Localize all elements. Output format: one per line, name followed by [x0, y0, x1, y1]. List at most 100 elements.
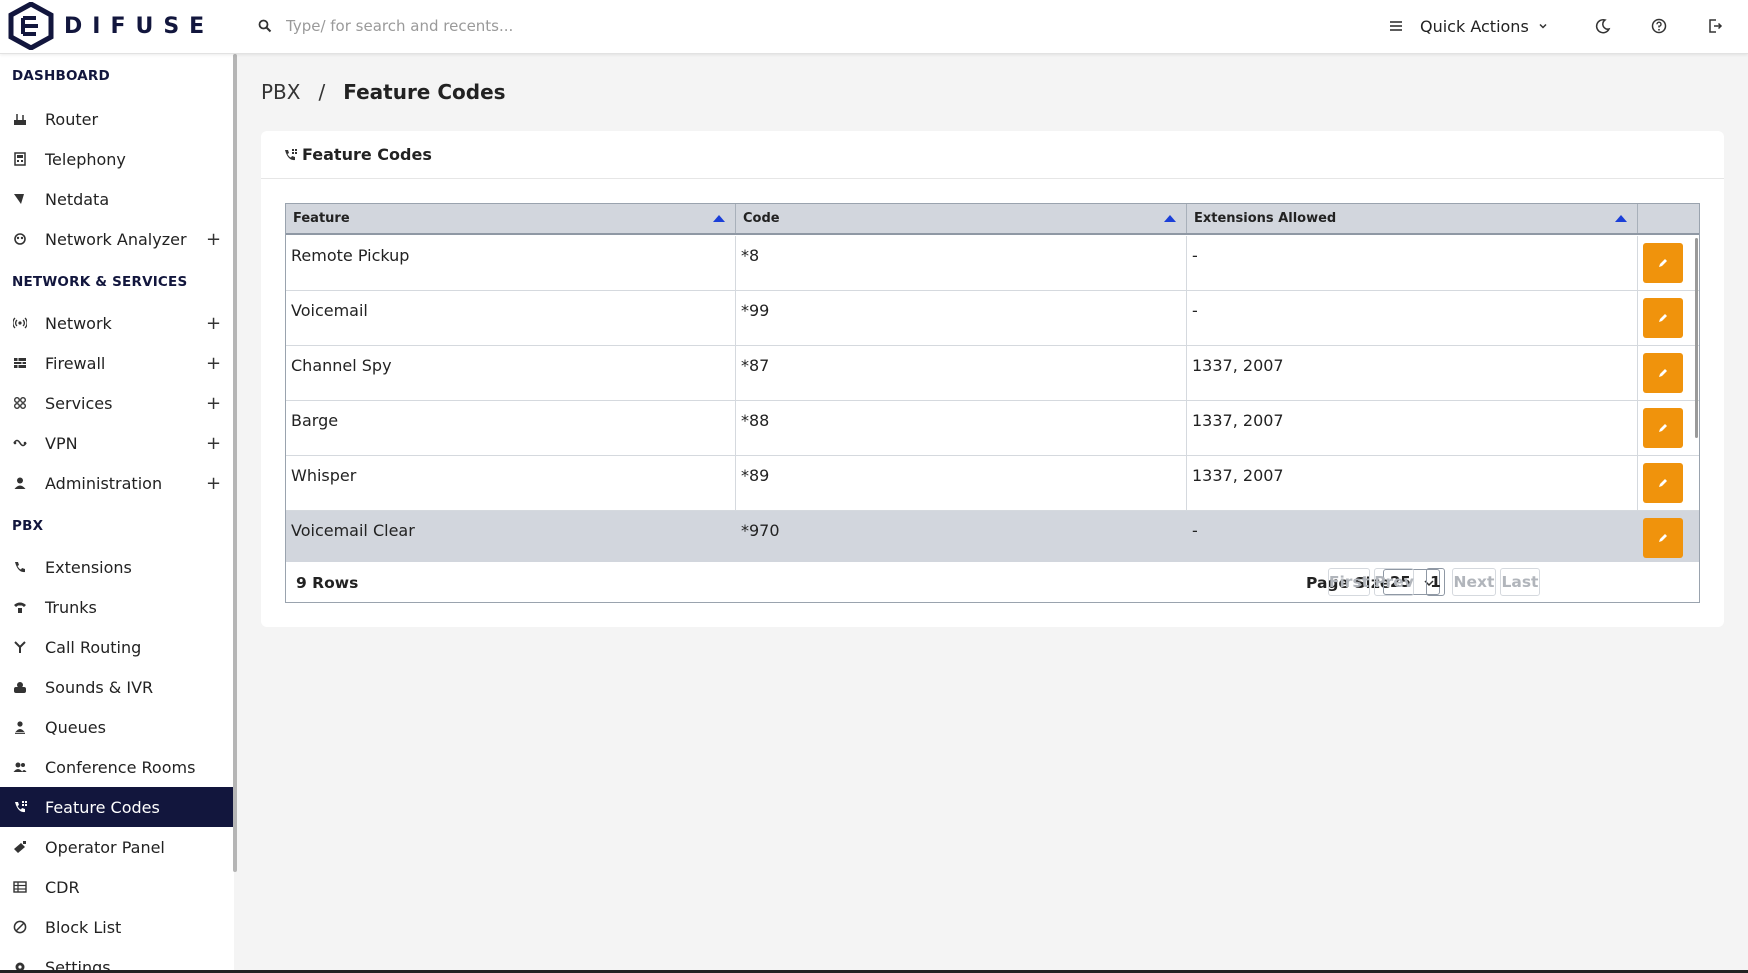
sidebar-item-extensions[interactable]: Extensions [0, 547, 234, 587]
section-network-services: NETWORK & SERVICES [12, 274, 188, 290]
prev-page-button[interactable]: Prev [1374, 568, 1414, 596]
expand-icon[interactable]: + [206, 353, 221, 374]
sidebar-item-label: Network Analyzer [45, 229, 187, 249]
column-header-extensions-allowed[interactable]: Extensions Allowed [1187, 204, 1638, 233]
edit-button[interactable] [1643, 298, 1683, 338]
cell-code: *8 [736, 236, 1187, 291]
cell-extensions: 1337, 2007 [1187, 456, 1638, 511]
sidebar-item-label: Network [45, 313, 112, 333]
sidebar-item-label: Trunks [45, 597, 97, 617]
table-row[interactable]: Whisper *89 1337, 2007 [286, 456, 1699, 511]
card-title: Feature Codes [302, 145, 432, 164]
edit-button[interactable] [1643, 463, 1683, 503]
breadcrumb: PBX / Feature Codes [261, 80, 506, 104]
sidebar-item-sounds-ivr[interactable]: Sounds & IVR [0, 667, 234, 707]
sidebar-item-netdata[interactable]: Netdata [0, 179, 234, 219]
difuse-logo-icon [8, 2, 54, 50]
sidebar-item-feature-codes[interactable]: Feature Codes [0, 787, 234, 827]
pencil-icon [1659, 424, 1667, 432]
sidebar-item-firewall[interactable]: Firewall + [0, 343, 234, 383]
table-row[interactable]: Barge *88 1337, 2007 [286, 401, 1699, 456]
logo[interactable]: DIFUSE [6, 2, 214, 50]
edit-button[interactable] [1643, 243, 1683, 283]
quick-actions-button[interactable]: Quick Actions [1388, 14, 1549, 38]
cell-extensions: 1337, 2007 [1187, 401, 1638, 456]
pencil-icon [1659, 534, 1667, 542]
feature-codes-icon [12, 799, 28, 815]
next-page-button[interactable]: Next [1452, 568, 1496, 596]
edit-button[interactable] [1643, 353, 1683, 393]
sidebar-item-trunks[interactable]: Trunks [0, 587, 234, 627]
block-icon [12, 919, 28, 935]
column-header-feature[interactable]: Feature [286, 204, 736, 233]
expand-icon[interactable]: + [206, 473, 221, 494]
last-page-button[interactable]: Last [1500, 568, 1540, 596]
row-count: 9 Rows [296, 574, 359, 592]
sort-asc-icon [1615, 215, 1627, 222]
sidebar: DASHBOARD Router Telephony Netdata Netwo… [0, 54, 234, 973]
sidebar-item-operator-panel[interactable]: Operator Panel [0, 827, 234, 867]
netdata-icon [12, 191, 28, 207]
search-box[interactable] [258, 13, 706, 39]
page-title: Feature Codes [343, 80, 506, 104]
cell-code: *99 [736, 291, 1187, 346]
table-row-selected[interactable]: Voicemail Clear *970 - [286, 511, 1699, 566]
search-input[interactable] [286, 17, 706, 35]
sidebar-item-vpn[interactable]: VPN + [0, 423, 234, 463]
sidebar-item-label: Operator Panel [45, 837, 165, 857]
sidebar-item-block-list[interactable]: Block List [0, 907, 234, 947]
sidebar-item-services[interactable]: Services + [0, 383, 234, 423]
cell-code: *88 [736, 401, 1187, 456]
sidebar-item-network-analyzer[interactable]: Network Analyzer + [0, 219, 234, 259]
table-scrollbar[interactable] [1695, 238, 1698, 438]
pencil-icon [1659, 259, 1667, 267]
sidebar-item-administration[interactable]: Administration + [0, 463, 234, 503]
expand-icon[interactable]: + [206, 229, 221, 250]
telephony-icon [12, 151, 28, 167]
cell-code: *89 [736, 456, 1187, 511]
table-row[interactable]: Remote Pickup *8 - [286, 236, 1699, 291]
help-icon[interactable] [1650, 17, 1668, 35]
cell-code: *970 [741, 521, 780, 540]
sidebar-item-queues[interactable]: Queues [0, 707, 234, 747]
network-icon [12, 315, 28, 331]
sidebar-item-call-routing[interactable]: Call Routing [0, 627, 234, 667]
table-row[interactable]: Channel Spy *87 1337, 2007 [286, 346, 1699, 401]
breadcrumb-parent[interactable]: PBX [261, 80, 300, 104]
sidebar-item-label: VPN [45, 433, 78, 453]
sidebar-item-router[interactable]: Router [0, 99, 234, 139]
edit-button[interactable] [1643, 408, 1683, 448]
pencil-icon [1659, 479, 1667, 487]
feature-codes-table: Feature Code Extensions Allowed Remote P… [285, 203, 1700, 603]
expand-icon[interactable]: + [206, 393, 221, 414]
table-row[interactable]: Voicemail *99 - [286, 291, 1699, 346]
column-header-code[interactable]: Code [736, 204, 1187, 233]
trunks-icon [12, 599, 28, 615]
menu-icon [1390, 21, 1402, 31]
first-page-button[interactable]: First [1328, 568, 1370, 596]
sidebar-item-label: Services [45, 393, 113, 413]
quick-actions-label: Quick Actions [1420, 16, 1529, 36]
sidebar-item-conference-rooms[interactable]: Conference Rooms [0, 747, 234, 787]
cdr-icon [12, 879, 28, 895]
cell-feature: Voicemail [286, 291, 736, 346]
firewall-icon [12, 355, 28, 371]
sidebar-item-telephony[interactable]: Telephony [0, 139, 234, 179]
edit-button[interactable] [1643, 518, 1683, 558]
sidebar-scrollbar[interactable] [233, 54, 237, 872]
dark-mode-icon[interactable] [1594, 17, 1612, 35]
expand-icon[interactable]: + [206, 313, 221, 334]
logout-icon[interactable] [1706, 17, 1724, 35]
sidebar-item-cdr[interactable]: CDR [0, 867, 234, 907]
cell-feature: Voicemail Clear [291, 521, 415, 540]
cell-feature: Remote Pickup [286, 236, 736, 291]
sidebar-item-label: Firewall [45, 353, 106, 373]
expand-icon[interactable]: + [206, 433, 221, 454]
table-footer: 9 Rows Page Size 25 First Prev 1 Next La… [286, 562, 1699, 602]
cell-feature: Whisper [286, 456, 736, 511]
router-icon [12, 111, 28, 127]
cell-extensions: - [1192, 521, 1198, 540]
column-header-actions [1638, 204, 1699, 233]
sidebar-item-network[interactable]: Network + [0, 303, 234, 343]
current-page-button[interactable]: 1 [1426, 568, 1445, 596]
